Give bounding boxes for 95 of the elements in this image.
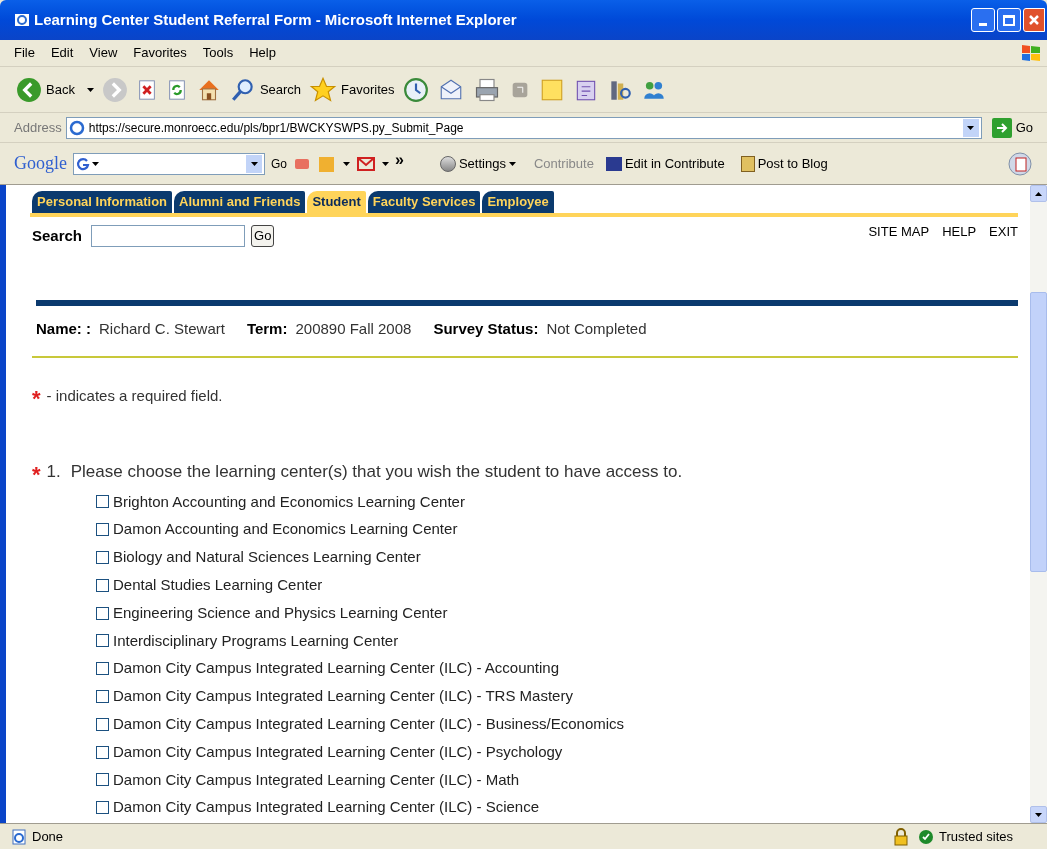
scrollbar[interactable] xyxy=(1030,185,1047,823)
menu-item[interactable]: File xyxy=(14,43,35,63)
checkbox[interactable] xyxy=(96,523,109,537)
info-label: Name: : xyxy=(36,318,91,339)
page-icon xyxy=(68,119,85,136)
menu-item[interactable]: View xyxy=(89,43,118,63)
page-icon xyxy=(10,827,28,846)
nav-tab[interactable]: Alumni and Friends xyxy=(174,191,306,213)
check-icon xyxy=(922,832,931,841)
url-text: https://secure.monroecc.edu/pls/bpr1/BWCKYSWPS.py_Submit_Page xyxy=(88,119,465,137)
caret-icon[interactable] xyxy=(967,125,975,130)
search-field[interactable] xyxy=(91,225,246,247)
info-label: Survey Status: xyxy=(433,318,539,339)
nav-tab[interactable]: Personal Information xyxy=(32,191,173,213)
google-logo: Google xyxy=(14,152,67,175)
top-link[interactable]: HELP xyxy=(942,222,977,242)
search-label: Search xyxy=(32,225,83,246)
checkbox-label: Dental Studies Learning Center xyxy=(113,575,323,596)
nav-tab[interactable]: Faculty Services xyxy=(367,191,481,213)
browser-icon xyxy=(14,12,30,28)
padlock-icon xyxy=(893,827,910,846)
checkbox-label: Damon City Campus Integrated Learning Center (ILC) - Psychology xyxy=(113,741,563,762)
contribute-label: Contribute xyxy=(533,154,594,173)
checkbox[interactable] xyxy=(96,662,109,676)
checkbox-label: Damon City Campus Integrated Learning Center (ILC) - Math xyxy=(113,769,519,790)
window-title: Learning Center Student Referral Form - Microsoft Internet Explorer xyxy=(34,9,518,30)
checkbox-label: Damon Accounting and Economics Learning Center xyxy=(113,519,458,540)
info-value: Richard C. Stewart xyxy=(99,318,225,339)
info-value: Not Completed xyxy=(546,318,647,339)
caret-icon[interactable] xyxy=(508,161,516,166)
more-chevron[interactable]: » xyxy=(395,147,404,172)
checkbox-label: Brighton Accounting and Economics Learning Center xyxy=(113,491,465,512)
google-g-icon[interactable] xyxy=(76,156,90,171)
top-link[interactable]: SITE MAP xyxy=(868,222,930,242)
status-text: Done xyxy=(32,827,64,846)
checkbox[interactable] xyxy=(96,606,109,620)
info-label: Term: xyxy=(246,318,288,339)
required-mark: * xyxy=(32,388,41,410)
maximize-button[interactable] xyxy=(997,8,1021,32)
windows-flag-icon xyxy=(1019,42,1043,64)
mail-icon[interactable] xyxy=(356,155,376,172)
top-link[interactable]: EXIT xyxy=(989,222,1018,242)
close-icon xyxy=(1028,14,1040,26)
question-number: 1. xyxy=(46,461,61,484)
favorites-button[interactable]: Favorites xyxy=(309,75,395,104)
settings-button[interactable]: Settings xyxy=(439,153,516,174)
caret-icon[interactable] xyxy=(92,161,99,166)
search-go-button[interactable]: Go xyxy=(251,225,275,247)
checkbox[interactable] xyxy=(96,578,109,592)
caret-icon[interactable] xyxy=(86,87,94,92)
checkbox[interactable] xyxy=(96,801,109,815)
clock-icon[interactable] xyxy=(402,76,429,103)
caret-icon[interactable] xyxy=(343,161,350,166)
edit-in-contribute-button[interactable]: Edit in Contribute xyxy=(605,153,725,174)
minimize-button[interactable] xyxy=(971,8,995,32)
nav-tab[interactable]: Employee xyxy=(482,191,554,213)
checkbox-label: Damon City Campus Integrated Learning Center (ILC) - Business/Economics xyxy=(113,714,625,734)
menu-item[interactable]: Help xyxy=(249,43,276,63)
question-text: Please choose the learning center(s) that you wish the student to have access to. xyxy=(70,461,683,484)
checkbox-label: Damon City Campus Integrated Learning Center (ILC) - TRS Mastery xyxy=(113,686,573,707)
arrow-icon xyxy=(995,121,1008,134)
star-icon[interactable] xyxy=(309,75,338,104)
checkbox[interactable] xyxy=(96,551,109,564)
post-to-blog-button[interactable]: Post to Blog xyxy=(740,153,828,174)
close-button[interactable] xyxy=(1023,8,1045,32)
caret-icon[interactable] xyxy=(382,161,389,166)
required-note: - indicates a required field. xyxy=(46,385,223,406)
back-button[interactable]: Back xyxy=(16,76,94,103)
menu-item[interactable]: Favorites xyxy=(133,43,187,63)
checkbox[interactable] xyxy=(96,717,109,731)
checkbox[interactable] xyxy=(96,689,109,703)
checkbox[interactable] xyxy=(96,634,109,648)
google-search-field[interactable] xyxy=(73,152,265,175)
address-label: Address xyxy=(14,118,62,137)
checkbox-label: Interdisciplinary Programs Learning Center xyxy=(113,630,399,651)
nav-tab[interactable]: Student xyxy=(307,191,366,213)
google-go-button[interactable]: Go xyxy=(271,154,287,173)
caret-icon[interactable] xyxy=(250,161,258,166)
info-value: 200890 Fall 2008 xyxy=(295,318,412,339)
checkbox[interactable] xyxy=(96,745,109,759)
checkbox[interactable] xyxy=(96,773,109,787)
search-icon[interactable] xyxy=(229,76,256,103)
required-mark: * xyxy=(32,464,41,486)
checkbox-label: Engineering Science and Physics Learning Center xyxy=(113,602,448,623)
checkbox-label: Damon City Campus Integrated Learning Center (ILC) - Accounting xyxy=(113,658,560,679)
search-button[interactable]: Search xyxy=(229,76,302,103)
checkbox[interactable] xyxy=(96,495,109,509)
address-field[interactable]: https://secure.monroecc.edu/pls/bpr1/BWCKYSWPS.py_Submit_Page xyxy=(65,116,982,139)
menu-item[interactable]: Edit xyxy=(50,43,74,63)
scroll-down-arrow-icon[interactable] xyxy=(1035,812,1042,817)
menu-item[interactable]: Tools xyxy=(202,43,234,63)
checkbox-label: Biology and Natural Sciences Learning Center xyxy=(113,547,421,568)
security-zone: Trusted sites xyxy=(939,827,1013,846)
scroll-up-arrow-icon[interactable] xyxy=(1035,191,1042,196)
checkbox-label: Damon City Campus Integrated Learning Center (ILC) - Science xyxy=(113,797,540,818)
